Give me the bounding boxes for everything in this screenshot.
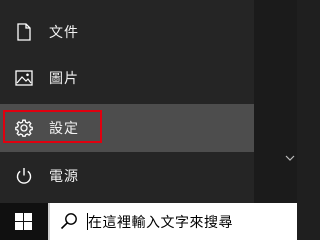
power-icon — [14, 166, 34, 186]
start-button[interactable] — [0, 203, 46, 240]
start-item-pictures[interactable]: 圖片 — [0, 54, 254, 102]
search-input[interactable]: 在這裡輸入文字來搜尋 — [48, 203, 297, 240]
start-item-label: 設定 — [49, 121, 79, 137]
search-placeholder: 在這裡輸入文字來搜尋 — [88, 214, 233, 231]
start-item-power[interactable]: 電源 — [0, 152, 254, 200]
start-menu: 文件 圖片 設定 電源 — [0, 0, 297, 203]
start-item-label: 圖片 — [49, 71, 79, 87]
windows-logo-icon — [14, 213, 32, 230]
start-item-documents[interactable]: 文件 — [0, 8, 254, 56]
start-item-label: 電源 — [49, 169, 79, 185]
gear-icon — [14, 118, 34, 138]
picture-icon — [14, 68, 34, 88]
start-menu-rail: 文件 圖片 設定 電源 — [0, 0, 254, 203]
chevron-down-icon[interactable] — [284, 152, 296, 164]
search-icon — [60, 213, 77, 230]
document-icon — [14, 22, 34, 42]
start-item-settings[interactable]: 設定 — [0, 104, 254, 152]
taskbar: 在這裡輸入文字來搜尋 — [0, 203, 297, 240]
start-item-label: 文件 — [49, 25, 79, 41]
start-tiles-pane — [254, 0, 297, 203]
